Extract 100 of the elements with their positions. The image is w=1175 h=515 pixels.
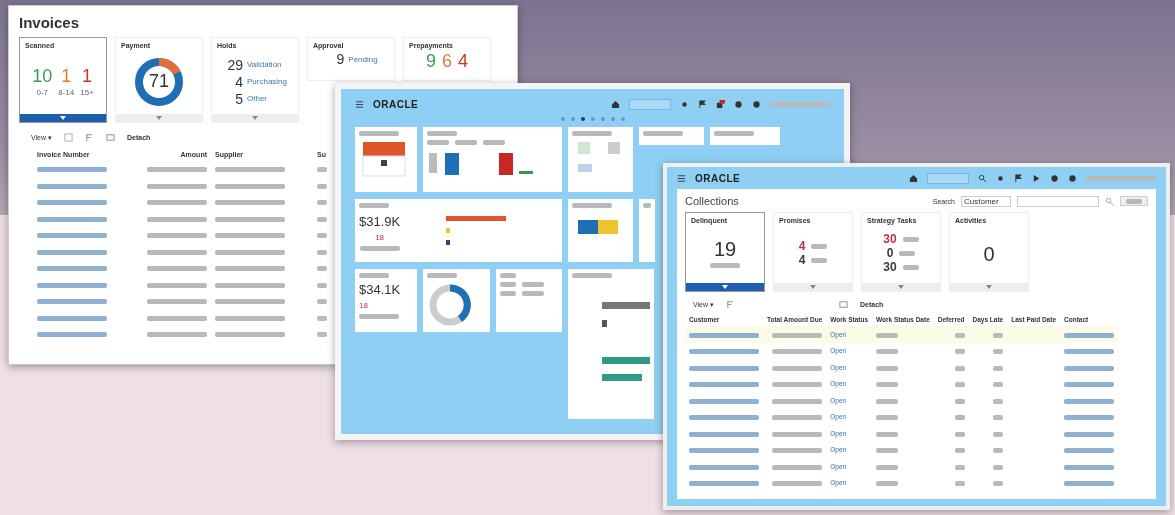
page-dot[interactable]: [570, 117, 575, 121]
count-value[interactable]: 30: [883, 261, 897, 275]
blurred-link[interactable]: [1064, 431, 1114, 437]
blurred-link[interactable]: [1064, 398, 1114, 404]
blurred-link[interactable]: [37, 200, 107, 206]
caret-icon[interactable]: [156, 116, 162, 120]
caret-icon[interactable]: [252, 116, 258, 120]
page-dot[interactable]: [610, 117, 615, 121]
status-link[interactable]: Other: [247, 94, 267, 103]
blurred-link[interactable]: [689, 398, 759, 404]
caret-icon[interactable]: [810, 285, 816, 289]
caret-icon[interactable]: [898, 285, 904, 289]
freeze-icon[interactable]: [85, 133, 94, 142]
blurred-text: [215, 249, 285, 255]
amount-value: $31.9K: [359, 213, 401, 229]
search-icon[interactable]: [978, 173, 987, 183]
blurred-link[interactable]: [1064, 464, 1114, 470]
dashboard-card[interactable]: $34.1K 18: [355, 269, 417, 332]
blurred-link[interactable]: [1064, 332, 1114, 338]
dashboard-card[interactable]: [568, 269, 654, 419]
logo[interactable]: ORACLE: [373, 98, 419, 110]
status-link[interactable]: Pending: [348, 54, 378, 64]
search-type-select[interactable]: Customer: [961, 195, 1011, 207]
action-button[interactable]: [1120, 196, 1148, 206]
bar: [519, 171, 533, 174]
count-value[interactable]: 30: [883, 232, 897, 246]
blurred-link[interactable]: [1064, 382, 1114, 388]
blurred-link[interactable]: [37, 167, 107, 173]
bar: [578, 220, 598, 234]
count-value[interactable]: 0: [886, 246, 894, 261]
blurred-link[interactable]: [689, 448, 759, 454]
tile-footer[interactable]: [862, 283, 940, 291]
caret-icon[interactable]: [986, 285, 992, 289]
blurred-link[interactable]: [37, 266, 107, 272]
tile-footer[interactable]: [774, 283, 852, 291]
flag-icon[interactable]: [698, 99, 707, 109]
dashboard-card[interactable]: [423, 269, 490, 332]
blurred-link[interactable]: [689, 332, 759, 338]
count-value[interactable]: 1: [82, 66, 93, 85]
count-value[interactable]: 10: [32, 66, 53, 85]
wrap-icon[interactable]: [839, 300, 848, 309]
freeze-icon[interactable]: [726, 300, 735, 309]
blurred-link[interactable]: [37, 332, 107, 338]
count-value[interactable]: 19: [713, 239, 737, 259]
blurred-text: [954, 481, 965, 487]
blurred-link[interactable]: [1064, 415, 1114, 421]
wrap-icon[interactable]: [106, 133, 115, 142]
blurred-text: [954, 382, 965, 388]
blurred-link[interactable]: [689, 415, 759, 421]
blurred-link[interactable]: [1064, 481, 1114, 487]
home-icon[interactable]: [611, 99, 620, 109]
blurred-link[interactable]: [37, 183, 107, 189]
tile-footer[interactable]: [116, 114, 202, 122]
grid-icon[interactable]: [64, 133, 73, 142]
search-field[interactable]: [927, 172, 969, 184]
count-value[interactable]: 4: [458, 52, 468, 70]
blurred-link[interactable]: [689, 481, 759, 487]
page-dot[interactable]: [580, 117, 585, 121]
status-link[interactable]: Purchasing: [247, 77, 287, 86]
count-value[interactable]: 4: [798, 254, 806, 268]
count-value[interactable]: 9: [425, 52, 436, 70]
dashboard-card[interactable]: [568, 199, 633, 262]
tile-footer[interactable]: [950, 283, 1028, 291]
blurred-link[interactable]: [1064, 349, 1114, 355]
dashboard-card[interactable]: [355, 127, 417, 192]
tile-footer[interactable]: [212, 114, 298, 122]
dashboard-card[interactable]: [423, 127, 562, 192]
blurred-link[interactable]: [689, 431, 759, 437]
menu-icon[interactable]: [355, 99, 364, 109]
blurred-link[interactable]: [37, 299, 107, 305]
blurred-link[interactable]: [689, 365, 759, 371]
search-field[interactable]: [629, 98, 671, 110]
blurred-link[interactable]: [689, 464, 759, 470]
flag-icon[interactable]: [1014, 173, 1023, 183]
tile-footer[interactable]: [20, 114, 106, 122]
home-icon[interactable]: [909, 173, 918, 183]
caret-icon[interactable]: [60, 116, 66, 120]
logo[interactable]: ORACLE: [695, 172, 741, 184]
menu-icon[interactable]: [677, 173, 686, 183]
blurred-link[interactable]: [689, 382, 759, 388]
page-dot[interactable]: [590, 117, 595, 121]
caret-icon[interactable]: [722, 285, 728, 289]
page-dot[interactable]: [560, 117, 565, 121]
blurred-link[interactable]: [37, 282, 107, 288]
dashboard-card[interactable]: $31.9K 18: [355, 199, 562, 262]
blurred-link[interactable]: [1064, 365, 1114, 371]
blurred-link[interactable]: [37, 249, 107, 255]
status-link[interactable]: Validation: [247, 60, 282, 69]
tile-footer[interactable]: [686, 283, 764, 291]
blurred-link[interactable]: [689, 349, 759, 355]
blurred-link[interactable]: [37, 216, 107, 222]
blurred-link[interactable]: [1064, 448, 1114, 454]
count-value[interactable]: 4: [798, 239, 806, 253]
page-dot[interactable]: [620, 117, 625, 121]
count-value[interactable]: 0: [983, 243, 995, 264]
blurred-link[interactable]: [37, 233, 107, 239]
blurred-link[interactable]: [37, 315, 107, 321]
search-field[interactable]: [1017, 195, 1099, 207]
bar: [446, 228, 451, 233]
page-dot[interactable]: [600, 117, 605, 121]
